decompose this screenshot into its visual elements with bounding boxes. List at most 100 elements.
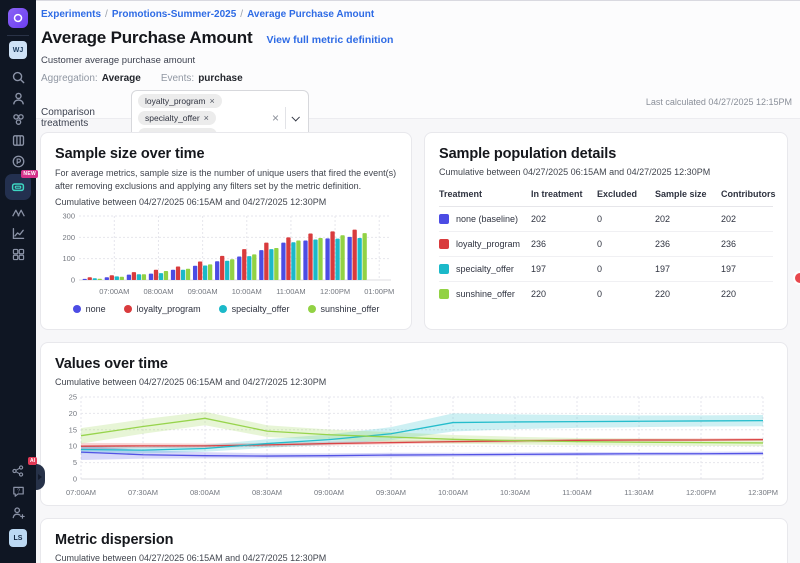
user-avatar[interactable]: LS [9, 529, 27, 547]
person-icon [11, 91, 26, 106]
treatment-swatch [439, 239, 449, 249]
page-header: Experiments/Promotions-Summer-2025/Avera… [36, 0, 800, 119]
treatment-swatch [439, 264, 449, 274]
svg-text:09:30AM: 09:30AM [376, 488, 406, 497]
svg-text:08:00AM: 08:00AM [190, 488, 220, 497]
metric-subtitle: Customer average purchase amount [41, 55, 788, 66]
svg-text:15: 15 [69, 425, 77, 434]
chat-help-icon: ? [11, 484, 26, 499]
breadcrumb-metric-name[interactable]: Average Purchase Amount [247, 9, 374, 20]
svg-text:12:00PM: 12:00PM [686, 488, 716, 497]
aggregation-row: Aggregation: Average Events: purchase [41, 73, 788, 84]
card-title: Sample population details [439, 146, 773, 162]
comparison-treatments-label: Comparison treatments [41, 107, 131, 129]
table-row: none (baseline) 202 0 202 202 [439, 207, 773, 232]
experiment-icon [10, 179, 26, 195]
breadcrumb: Experiments/Promotions-Summer-2025/Avera… [41, 9, 788, 20]
legend-item-sunshine-offer[interactable]: sunshine_offer [308, 304, 380, 314]
svg-text:11:30AM: 11:30AM [624, 488, 653, 497]
legend-item-none[interactable]: none [73, 304, 106, 314]
svg-text:0: 0 [71, 276, 75, 285]
legend-dot [73, 305, 81, 313]
chart-legend: none loyalty_program specialty_offer sun… [55, 304, 397, 314]
metric-dispersion-card: Metric dispersion Cumulative between 04/… [40, 518, 788, 563]
view-metric-definition-link[interactable]: View full metric definition [266, 34, 393, 46]
svg-text:5: 5 [73, 458, 77, 467]
statsig-logo-icon[interactable] [8, 8, 28, 28]
svg-text:11:00AM: 11:00AM [276, 287, 305, 296]
svg-text:08:00AM: 08:00AM [143, 287, 173, 296]
svg-text:300: 300 [62, 212, 75, 221]
legend-item-loyalty-program[interactable]: loyalty_program [124, 304, 201, 314]
treatment-swatch [439, 214, 449, 224]
sidebar-item-metrics[interactable] [4, 223, 32, 244]
cumulative-range: Cumulative between 04/27/2025 06:15AM an… [55, 197, 397, 207]
sample-size-bar-chart: 010020030007:00AM08:00AM09:00AM10:00AM11… [55, 210, 399, 303]
sample-population-card: Sample population details Cumulative bet… [424, 132, 788, 330]
events-value: purchase [198, 73, 242, 84]
table-row: specialty_offer 197 0 197 197 [439, 257, 773, 282]
ai-nodes-icon [11, 464, 25, 478]
pulse-icon [11, 154, 26, 169]
sidebar-item-pulse[interactable] [4, 151, 32, 172]
svg-text:07:00AM: 07:00AM [99, 287, 129, 296]
legend-item-specialty-offer[interactable]: specialty_offer [219, 304, 290, 314]
sidebar-item-dynamic-config[interactable] [4, 130, 32, 151]
new-badge: NEW [21, 170, 38, 178]
table-header-row: Treatment In treatment Excluded Sample s… [439, 186, 773, 207]
aggregation-label: Aggregation: [41, 73, 98, 84]
svg-text:09:00AM: 09:00AM [314, 488, 344, 497]
search-icon [11, 70, 26, 85]
sidebar-item-invite[interactable] [4, 502, 32, 523]
sample-size-card: Sample size over time For average metric… [40, 132, 412, 330]
line-chart-icon [11, 226, 26, 241]
treatment-swatch [439, 289, 449, 299]
legend-dot [308, 305, 316, 313]
sidebar-item-ai-assistant[interactable]: AI [4, 460, 32, 481]
cumulative-range: Cumulative between 04/27/2025 06:15AM an… [55, 553, 773, 563]
workspace-avatar[interactable]: WJ [9, 41, 27, 59]
breadcrumb-experiment-name[interactable]: Promotions-Summer-2025 [112, 9, 236, 20]
svg-text:200: 200 [62, 233, 75, 242]
sidebar-item-holdouts[interactable] [4, 202, 32, 223]
svg-text:?: ? [16, 489, 19, 495]
svg-text:11:00AM: 11:00AM [562, 488, 591, 497]
svg-text:0: 0 [73, 475, 77, 484]
chip-loyalty-program[interactable]: loyalty_program× [138, 94, 222, 108]
svg-text:10:00AM: 10:00AM [438, 488, 468, 497]
chip-specialty-offer[interactable]: specialty_offer× [138, 111, 216, 125]
cumulative-range: Cumulative between 04/27/2025 06:15AM an… [55, 377, 773, 387]
holdouts-icon [11, 205, 26, 220]
card-title: Values over time [55, 356, 773, 372]
notification-dot[interactable] [793, 271, 800, 285]
card-description: For average metrics, sample size is the … [55, 167, 397, 192]
grid-icon [11, 247, 26, 262]
aggregation-value: Average [102, 73, 141, 84]
svg-text:25: 25 [69, 393, 77, 402]
events-label: Events: [161, 73, 194, 84]
sidebar-item-users[interactable] [4, 88, 32, 109]
last-calculated: Last calculated 04/27/2025 12:15PM [646, 97, 792, 107]
feature-gates-icon [11, 112, 26, 127]
population-table: Treatment In treatment Excluded Sample s… [439, 186, 773, 306]
chevron-down-icon[interactable] [286, 115, 304, 121]
clear-all-icon[interactable]: × [266, 111, 285, 125]
sidebar-item-search[interactable] [4, 67, 32, 88]
sidebar-item-support[interactable]: ? [4, 481, 32, 502]
page-title: Average Purchase Amount [41, 28, 252, 48]
sidebar-item-gates[interactable] [4, 109, 32, 130]
card-title: Sample size over time [55, 146, 397, 162]
breadcrumb-experiments[interactable]: Experiments [41, 9, 101, 20]
remove-chip-icon[interactable]: × [204, 113, 209, 123]
svg-text:100: 100 [62, 254, 75, 263]
sidebar-divider [7, 35, 29, 36]
sidebar-item-experiments[interactable]: NEW [5, 174, 31, 200]
svg-text:10:30AM: 10:30AM [500, 488, 530, 497]
table-row: loyalty_program 236 0 236 236 [439, 232, 773, 257]
sidebar-item-dashboards[interactable] [4, 244, 32, 265]
remove-chip-icon[interactable]: × [209, 96, 214, 106]
legend-dot [219, 305, 227, 313]
svg-text:12:30PM: 12:30PM [748, 488, 778, 497]
svg-text:07:30AM: 07:30AM [128, 488, 158, 497]
svg-text:08:30AM: 08:30AM [252, 488, 282, 497]
